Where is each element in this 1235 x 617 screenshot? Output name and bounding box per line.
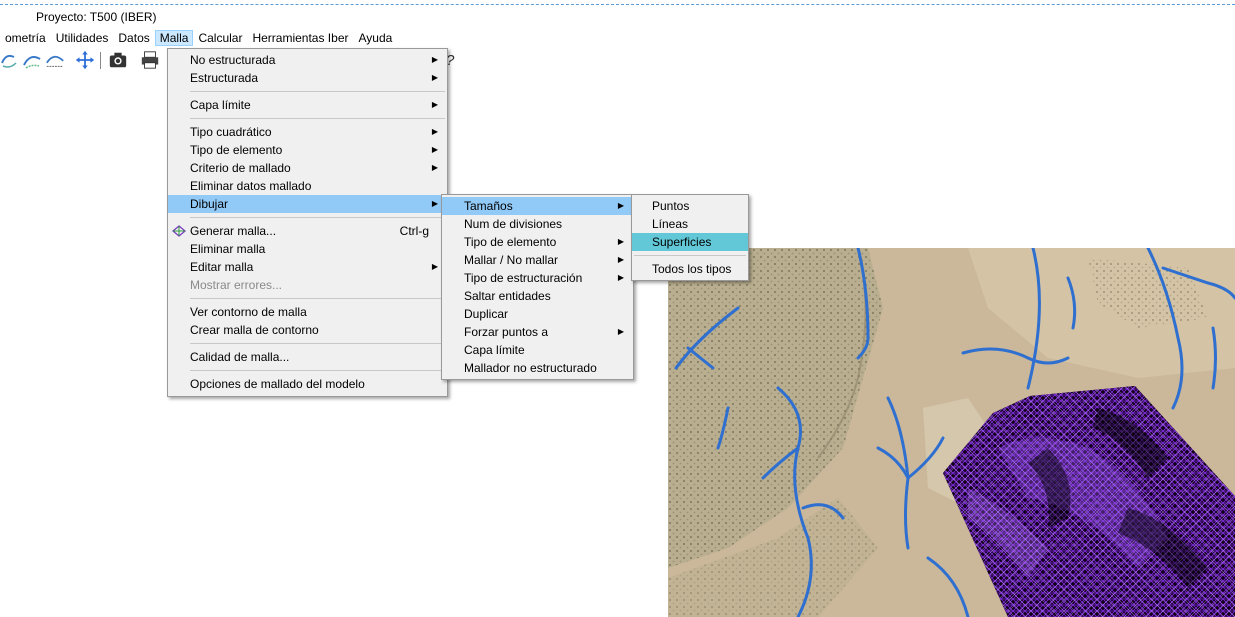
menu-item-eliminar-malla[interactable]: Eliminar malla xyxy=(168,240,447,258)
menu-item-estructurada[interactable]: Estructurada ▶ xyxy=(168,69,447,87)
menu-item-calidad-de-malla[interactable]: Calidad de malla... xyxy=(168,348,447,366)
menu-item-tipo-cuadratico[interactable]: Tipo cuadrático ▶ xyxy=(168,123,447,141)
rotate-icon[interactable] xyxy=(0,49,20,71)
menu-item-tipo-de-elemento[interactable]: Tipo de elemento ▶ xyxy=(168,141,447,159)
menu-separator xyxy=(190,217,445,218)
menu-item-dibujar[interactable]: Dibujar ▶ xyxy=(168,195,447,213)
menu-ayuda[interactable]: Ayuda xyxy=(354,30,398,46)
submenu-arrow-icon: ▶ xyxy=(431,55,438,64)
menu-item-saltar-entidades[interactable]: Saltar entidades xyxy=(442,287,633,305)
model-viewport[interactable] xyxy=(668,248,1235,617)
submenu-arrow-icon: ▶ xyxy=(617,255,624,264)
submenu-arrow-icon: ▶ xyxy=(431,100,438,109)
menu-item-opciones-de-mallado[interactable]: Opciones de mallado del modelo xyxy=(168,375,447,393)
menu-item-mallador-no-estructurado[interactable]: Mallador no estructurado xyxy=(442,359,633,377)
submenu-arrow-icon: ▶ xyxy=(431,262,438,271)
menu-item-tipo-de-estructuracion[interactable]: Tipo de estructuración ▶ xyxy=(442,269,633,287)
menu-separator xyxy=(190,91,445,92)
menu-separator xyxy=(190,370,445,371)
menu-item-tipo-de-elemento-dibujar[interactable]: Tipo de elemento ▶ xyxy=(442,233,633,251)
submenu-arrow-icon: ▶ xyxy=(617,327,624,336)
menu-item-capa-limite[interactable]: Capa límite ▶ xyxy=(168,96,447,114)
submenu-arrow-icon: ▶ xyxy=(617,237,624,246)
menu-item-num-de-divisiones[interactable]: Num de divisiones xyxy=(442,215,633,233)
menu-item-crear-malla-de-contorno[interactable]: Crear malla de contorno xyxy=(168,321,447,339)
menu-item-todos-los-tipos[interactable]: Todos los tipos xyxy=(632,260,748,278)
menu-item-superficies[interactable]: Superficies xyxy=(632,233,748,251)
submenu-arrow-icon: ▶ xyxy=(617,201,624,210)
menu-item-eliminar-datos-mallado[interactable]: Eliminar datos mallado xyxy=(168,177,447,195)
menu-item-criterio-de-mallado[interactable]: Criterio de mallado ▶ xyxy=(168,159,447,177)
dibujar-submenu: Tamaños ▶ Num de divisiones Tipo de eleme… xyxy=(441,194,634,380)
toolbar xyxy=(0,49,170,73)
menu-item-puntos[interactable]: Puntos xyxy=(632,197,748,215)
menu-geometria[interactable]: ometría xyxy=(0,30,51,46)
menu-malla[interactable]: Malla xyxy=(154,30,194,46)
move-icon[interactable] xyxy=(75,49,95,71)
window-top-border xyxy=(0,4,1235,5)
submenu-arrow-icon: ▶ xyxy=(431,127,438,136)
malla-menu: No estructurada ▶ Estructurada ▶ Capa lími… xyxy=(167,48,448,397)
menu-item-generar-malla[interactable]: Generar malla... Ctrl-g xyxy=(168,222,447,240)
print-icon[interactable] xyxy=(140,49,160,71)
menu-herramientas-iber[interactable]: Herramientas Iber xyxy=(247,30,353,46)
menu-item-duplicar[interactable]: Duplicar xyxy=(442,305,633,323)
menu-separator xyxy=(634,255,746,256)
menu-item-lineas[interactable]: Líneas xyxy=(632,215,748,233)
menu-item-ver-contorno-de-malla[interactable]: Ver contorno de malla xyxy=(168,303,447,321)
window-title: Proyecto: T500 (IBER) xyxy=(36,10,157,24)
submenu-arrow-icon: ▶ xyxy=(431,145,438,154)
menu-separator xyxy=(190,298,445,299)
menu-separator xyxy=(190,343,445,344)
menu-calcular[interactable]: Calcular xyxy=(193,30,247,46)
menu-item-mallar-no-mallar[interactable]: Mallar / No mallar ▶ xyxy=(442,251,633,269)
submenu-arrow-icon: ▶ xyxy=(431,163,438,172)
menu-item-no-estructurada[interactable]: No estructurada ▶ xyxy=(168,51,447,69)
menubar: ometría Utilidades Datos Malla Calcular … xyxy=(0,30,397,46)
menu-item-capa-limite-dibujar[interactable]: Capa límite xyxy=(442,341,633,359)
menu-utilidades[interactable]: Utilidades xyxy=(51,30,114,46)
submenu-arrow-icon: ▶ xyxy=(431,199,438,208)
toolbar-separator xyxy=(100,52,101,69)
menu-item-mostrar-errores: Mostrar errores... xyxy=(190,278,283,292)
menu-datos[interactable]: Datos xyxy=(113,30,154,46)
menu-item-tamanos[interactable]: Tamaños ▶ xyxy=(442,197,633,215)
mesh-generate-icon xyxy=(171,225,187,237)
submenu-arrow-icon: ▶ xyxy=(431,73,438,82)
tamanos-submenu: Puntos Líneas Superficies Todos los tipo… xyxy=(631,194,749,281)
menu-item-forzar-puntos-a[interactable]: Forzar puntos a ▶ xyxy=(442,323,633,341)
zoom-window-icon[interactable] xyxy=(45,49,65,71)
submenu-arrow-icon: ▶ xyxy=(617,273,624,282)
terrain-map xyxy=(668,248,1235,617)
pan-view-icon[interactable] xyxy=(22,49,42,71)
menu-separator xyxy=(190,118,445,119)
camera-icon[interactable] xyxy=(108,49,128,71)
menu-item-editar-malla[interactable]: Editar malla ▶ xyxy=(168,258,447,276)
